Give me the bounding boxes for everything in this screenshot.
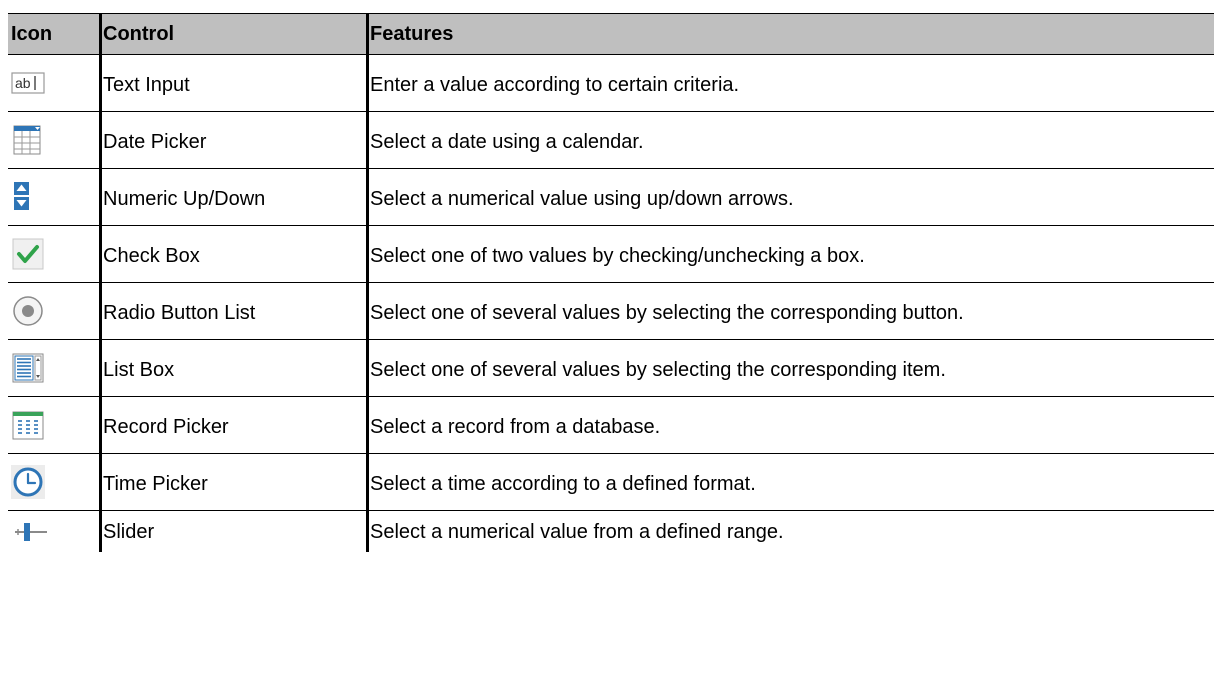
- header-features: Features: [370, 23, 454, 45]
- control-name: Slider: [102, 511, 369, 552]
- control-name: Date Picker: [102, 112, 369, 168]
- control-name: Text Input: [102, 55, 369, 111]
- table-row: Time Picker Select a time according to a…: [8, 454, 1214, 511]
- control-name: Check Box: [102, 226, 369, 282]
- svg-text:ab: ab: [15, 75, 31, 91]
- header-control: Control: [102, 14, 369, 54]
- time-picker-icon: [11, 465, 45, 499]
- control-name: Record Picker: [102, 397, 369, 453]
- control-features: Select one of two values by checking/unc…: [370, 245, 865, 267]
- numeric-updown-icon: [14, 182, 29, 210]
- icon-cell: [8, 454, 102, 510]
- date-picker-icon: [13, 125, 41, 155]
- table-row: Record Picker Select a record from a dat…: [8, 397, 1214, 454]
- control-features: Enter a value according to certain crite…: [370, 74, 740, 96]
- icon-cell: [8, 511, 102, 552]
- header-icon: Icon: [8, 14, 102, 54]
- icon-cell: ab: [8, 55, 102, 111]
- table-row: Numeric Up/Down Select a numerical value…: [8, 169, 1214, 226]
- table-header-row: Icon Control Features: [8, 13, 1214, 55]
- table-row: Check Box Select one of two values by ch…: [8, 226, 1214, 283]
- control-features: Select a record from a database.: [370, 416, 661, 438]
- check-box-icon: [12, 238, 44, 270]
- icon-cell: [8, 283, 102, 339]
- control-features: Select a date using a calendar.: [370, 131, 644, 153]
- table-row: Radio Button List Select one of several …: [8, 283, 1214, 340]
- text-input-icon: ab: [11, 72, 45, 94]
- icon-cell: [8, 397, 102, 453]
- table-row: ab Text Input Enter a value according to…: [8, 55, 1214, 112]
- control-name: Time Picker: [102, 454, 369, 510]
- table-row: Date Picker Select a date using a calend…: [8, 112, 1214, 169]
- control-name: List Box: [102, 340, 369, 396]
- icon-cell: [8, 340, 102, 396]
- controls-table: Icon Control Features ab Text Input Ente…: [8, 13, 1214, 552]
- control-features: Select a time according to a defined for…: [370, 473, 756, 495]
- icon-cell: [8, 112, 102, 168]
- radio-button-icon: [13, 296, 43, 326]
- control-features: Select a numerical value using up/down a…: [370, 188, 794, 210]
- table-row: Slider Select a numerical value from a d…: [8, 511, 1214, 552]
- record-picker-icon: [12, 411, 44, 440]
- control-features: Select one of several values by selectin…: [370, 302, 964, 324]
- table-row: List Box Select one of several values by…: [8, 340, 1214, 397]
- control-features: Select one of several values by selectin…: [370, 359, 946, 381]
- icon-cell: [8, 169, 102, 225]
- icon-cell: [8, 226, 102, 282]
- slider-icon: [15, 522, 47, 541]
- list-box-icon: [12, 353, 44, 383]
- control-features: Select a numerical value from a defined …: [370, 520, 784, 543]
- control-name: Radio Button List: [102, 283, 369, 339]
- control-name: Numeric Up/Down: [102, 169, 369, 225]
